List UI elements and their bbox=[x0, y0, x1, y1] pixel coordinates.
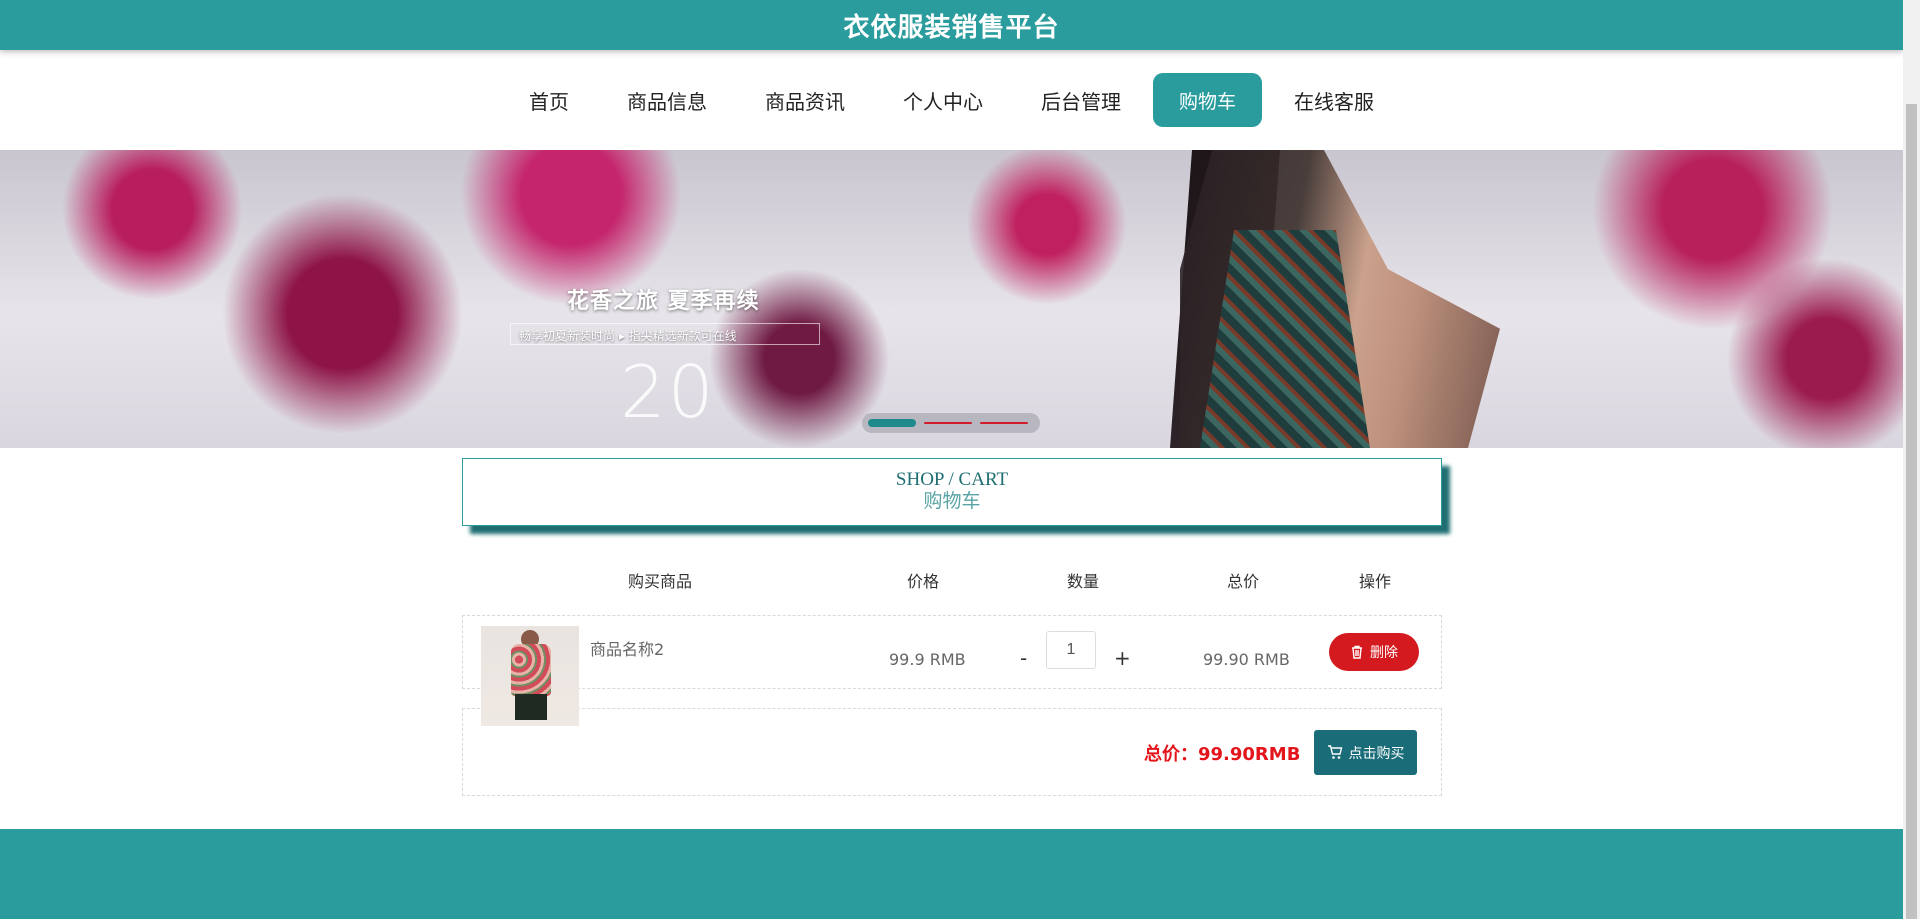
section-heading: SHOP / CART 购物车 bbox=[462, 458, 1442, 526]
delete-button[interactable]: 删除 bbox=[1329, 633, 1419, 671]
scrollbar-thumb[interactable] bbox=[1906, 104, 1917, 919]
nav-item-home[interactable]: 首页 bbox=[503, 73, 595, 127]
cart-row: 商品名称2 99.9 RMB - + 99.90 RMB 删除 bbox=[462, 615, 1442, 726]
nav-item-cart[interactable]: 购物车 bbox=[1152, 73, 1262, 127]
col-header-price: 价格 bbox=[907, 572, 940, 591]
cart-total-value: 99.90RMB bbox=[1198, 744, 1301, 765]
section-heading-en: SHOP / CART bbox=[895, 469, 1009, 490]
banner-slogan: 花香之旅 夏季再续 bbox=[567, 289, 760, 314]
carousel-indicators bbox=[862, 413, 1040, 433]
product-thumbnail[interactable] bbox=[481, 626, 579, 726]
nav-item-products[interactable]: 商品信息 bbox=[601, 73, 733, 127]
quantity-decrease-button[interactable]: - bbox=[1020, 646, 1027, 670]
nav-item-admin[interactable]: 后台管理 bbox=[1015, 73, 1147, 127]
cart-total: 总价：99.90RMB bbox=[1144, 740, 1300, 766]
section-heading-cn: 购物车 bbox=[923, 491, 981, 512]
col-header-action: 操作 bbox=[1359, 572, 1392, 591]
delete-button-label: 删除 bbox=[1370, 644, 1398, 660]
trash-icon bbox=[1352, 645, 1362, 659]
nav-item-support[interactable]: 在线客服 bbox=[1268, 73, 1400, 127]
top-header-bar: 衣依服装销售平台 bbox=[0, 0, 1903, 50]
product-subtotal: 99.90 RMB bbox=[1203, 650, 1290, 669]
col-header-quantity: 数量 bbox=[1067, 572, 1100, 591]
hero-banner[interactable]: 花香之旅 夏季再续 畅享初夏新装时尚 ▸ 指尖精选新款可在线 20 bbox=[0, 150, 1903, 448]
banner-year: 20 bbox=[620, 350, 716, 434]
page-scrollbar[interactable] bbox=[1903, 0, 1920, 919]
carousel-dot-1[interactable] bbox=[868, 419, 916, 427]
thumb-model-pants bbox=[515, 694, 547, 720]
banner-subslogan: 畅享初夏新装时尚 ▸ 指尖精选新款可在线 bbox=[510, 323, 820, 345]
cart-table-header: 购买商品 价格 数量 总价 操作 bbox=[462, 568, 1442, 592]
main-nav: 首页 商品信息 商品资讯 个人中心 后台管理 购物车 在线客服 bbox=[0, 72, 1903, 128]
thumb-model-blouse bbox=[511, 644, 551, 696]
cart-total-label: 总价： bbox=[1144, 744, 1198, 765]
cart-icon bbox=[1327, 745, 1342, 759]
carousel-dot-2[interactable] bbox=[924, 422, 972, 424]
page-footer bbox=[0, 829, 1903, 919]
carousel-dot-3[interactable] bbox=[980, 422, 1028, 424]
col-header-subtotal: 总价 bbox=[1227, 572, 1260, 591]
buy-button-label: 点击购买 bbox=[1348, 744, 1405, 761]
site-title: 衣依服装销售平台 bbox=[843, 12, 1060, 43]
cart-total-row: 总价：99.90RMB 点击购买 bbox=[462, 708, 1442, 796]
nav-item-profile[interactable]: 个人中心 bbox=[877, 73, 1009, 127]
col-header-product: 购买商品 bbox=[628, 572, 693, 591]
buy-button[interactable]: 点击购买 bbox=[1314, 730, 1417, 775]
nav-item-news[interactable]: 商品资讯 bbox=[739, 73, 871, 127]
quantity-increase-button[interactable]: + bbox=[1114, 646, 1131, 670]
product-price: 99.9 RMB bbox=[889, 650, 966, 669]
product-name[interactable]: 商品名称2 bbox=[590, 636, 664, 660]
quantity-input[interactable] bbox=[1046, 631, 1096, 669]
